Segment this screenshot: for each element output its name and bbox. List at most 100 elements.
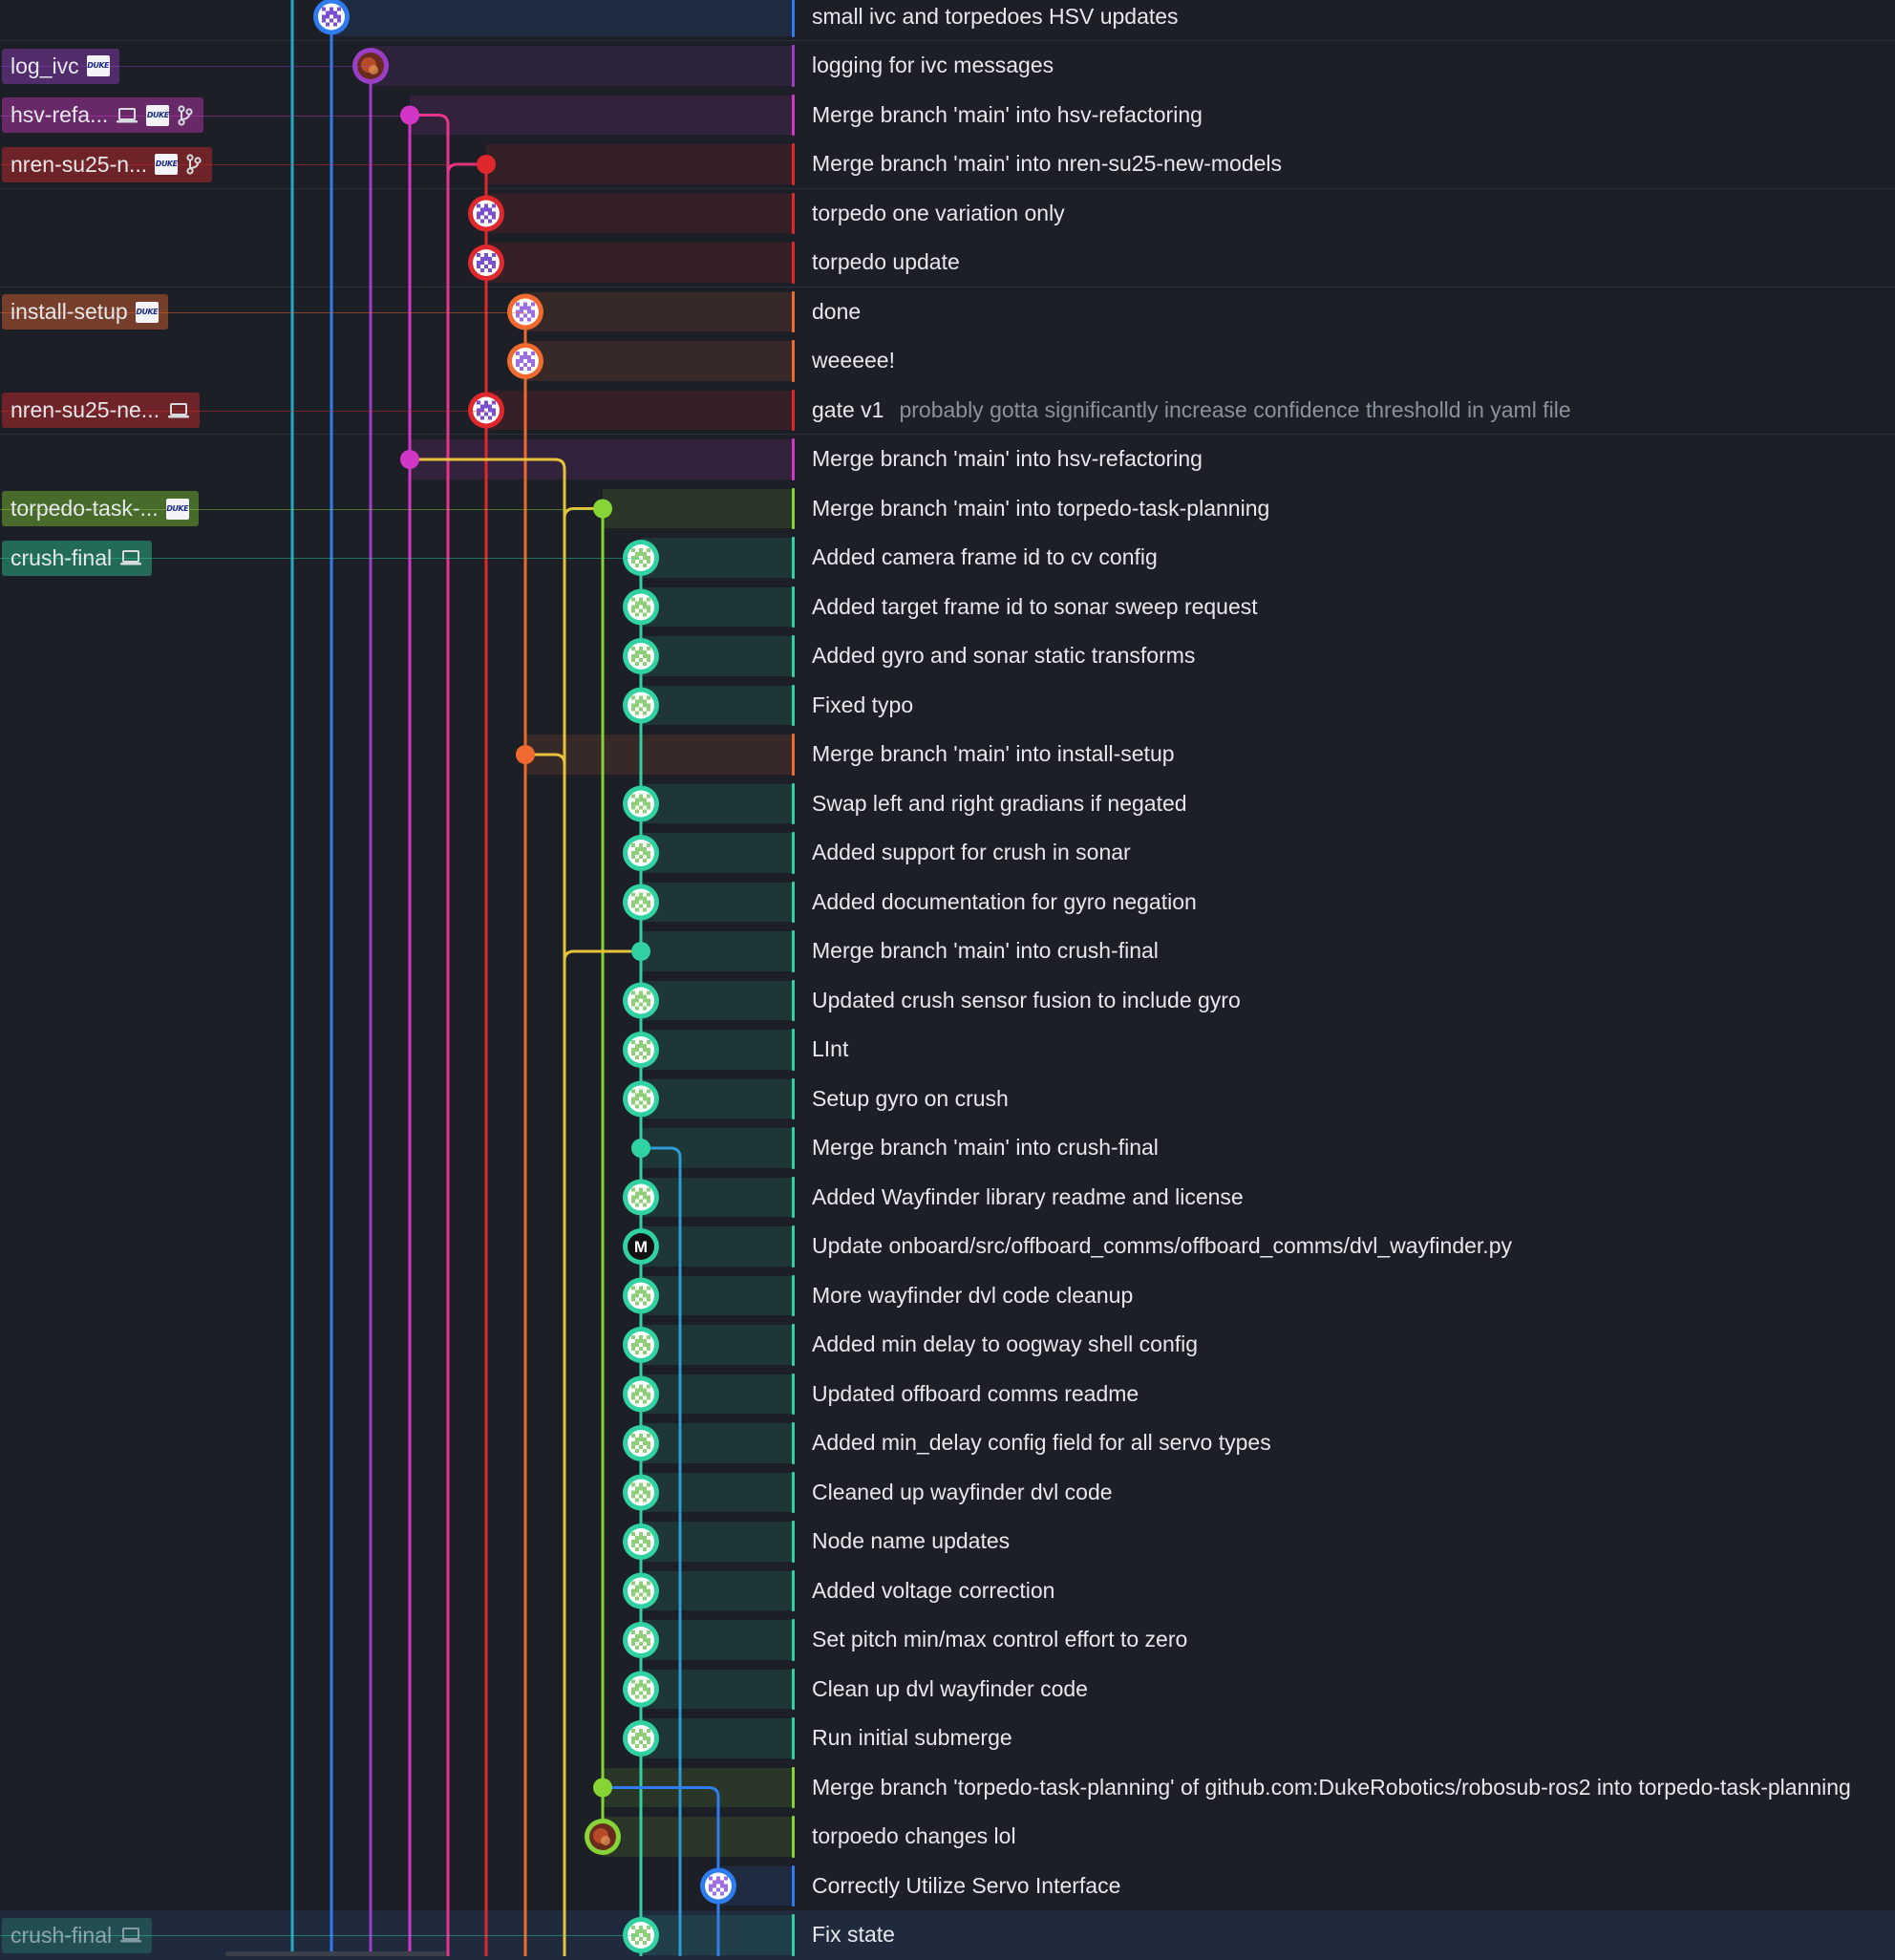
- identicon-pixel-icon: [639, 1532, 643, 1536]
- identicon-pixel-icon: [635, 1941, 639, 1945]
- branch-color-marker: [792, 782, 795, 825]
- identicon-pixel-icon: [635, 1392, 639, 1396]
- branch-label[interactable]: hsv-refa... DUKE: [2, 97, 204, 133]
- commit-row[interactable]: torpoedo changes lol: [0, 1812, 1895, 1862]
- identicon-pixel-icon: [477, 203, 480, 208]
- branch-label[interactable]: nren-su25-ne...: [2, 393, 200, 428]
- branch-label[interactable]: torpedo-task-... DUKE: [2, 491, 199, 526]
- identicon-pixel-icon: [488, 257, 492, 261]
- commit-row[interactable]: weeeee!: [0, 336, 1895, 386]
- branch-name: nren-su25-n...: [11, 151, 148, 177]
- commit-row[interactable]: Swap left and right gradians if negated: [0, 779, 1895, 829]
- identicon-pixel-icon: [635, 1733, 639, 1736]
- commit-row[interactable]: Merge branch 'main' into hsv-refactoring: [0, 435, 1895, 484]
- commit-row[interactable]: LInt: [0, 1025, 1895, 1075]
- identicon-pixel-icon: [631, 1687, 635, 1692]
- identicon-pixel-icon: [631, 1581, 635, 1586]
- identicon-pixel-icon: [639, 1347, 643, 1351]
- commit-row[interactable]: torpedo update: [0, 238, 1895, 288]
- identicon-pixel-icon: [639, 1384, 643, 1389]
- commit-row[interactable]: Added Wayfinder library readme and licen…: [0, 1173, 1895, 1223]
- commit-row[interactable]: Added documentation for gyro negation: [0, 878, 1895, 927]
- branch-icon: [185, 154, 202, 175]
- commit-row[interactable]: torpedo one variation only: [0, 189, 1895, 239]
- commit-row[interactable]: Added gyro and sonar static transforms: [0, 631, 1895, 681]
- identicon-pixel-icon: [647, 1544, 650, 1547]
- identicon-pixel-icon: [643, 847, 647, 851]
- commit-row[interactable]: Added min delay to oogway shell config: [0, 1320, 1895, 1370]
- identicon-pixel-icon: [635, 612, 639, 617]
- commit-row[interactable]: Run initial submerge: [0, 1714, 1895, 1763]
- commit-row[interactable]: Added voltage correction: [0, 1566, 1895, 1616]
- commit-row[interactable]: Added support for crush in sonar: [0, 828, 1895, 878]
- commit-row[interactable]: Merge branch 'main' into crush-final: [0, 927, 1895, 976]
- identicon-pixel-icon: [643, 1486, 647, 1491]
- identicon-pixel-icon: [635, 1343, 639, 1347]
- commit-row[interactable]: Merge branch 'torpedo-task-planning' of …: [0, 1763, 1895, 1813]
- identicon-pixel-icon: [635, 564, 639, 567]
- branch-color-marker: [792, 1324, 795, 1366]
- identicon-pixel-icon: [639, 1044, 643, 1048]
- identicon-pixel-icon: [639, 1335, 643, 1339]
- identicon-pixel-icon: [635, 1203, 639, 1207]
- commit-row[interactable]: Cleaned up wayfinder dvl code: [0, 1468, 1895, 1518]
- commit-row[interactable]: Merge branch 'main' into crush-final: [0, 1123, 1895, 1173]
- identicon-pixel-icon: [635, 654, 639, 658]
- branch-label[interactable]: nren-su25-n... DUKE: [2, 146, 213, 182]
- branch-label[interactable]: install-setup DUKE: [2, 294, 168, 330]
- commit-row[interactable]: More wayfinder dvl code cleanup: [0, 1271, 1895, 1321]
- org-avatar-icon: DUKE: [165, 498, 189, 520]
- identicon-pixel-icon: [631, 1097, 635, 1101]
- commit-summary: Merge branch 'main' into crush-final: [812, 1135, 1159, 1161]
- commit-summary: Merge branch 'main' into crush-final: [812, 938, 1159, 964]
- identicon-pixel-icon: [639, 647, 643, 650]
- identicon-pixel-icon: [639, 650, 643, 654]
- commit-summary: Updated offboard comms readme: [812, 1380, 1139, 1406]
- identicon-pixel-icon: [647, 1540, 650, 1544]
- identicon-pixel-icon: [647, 1347, 650, 1351]
- branch-color-marker: [792, 1816, 795, 1858]
- identicon-pixel-icon: [531, 309, 535, 314]
- identicon-pixel-icon: [527, 317, 531, 322]
- commit-row[interactable]: Clean up dvl wayfinder code: [0, 1665, 1895, 1715]
- identicon-pixel-icon: [330, 11, 333, 15]
- commit-message: torpedo one variation only: [812, 189, 1065, 239]
- commit-row[interactable]: Update onboard/src/offboard_comms/offboa…: [0, 1222, 1895, 1271]
- branch-label[interactable]: crush-final: [2, 540, 153, 576]
- horizontal-scrollbar[interactable]: [225, 1951, 447, 1956]
- commit-message: More wayfinder dvl code cleanup: [812, 1271, 1133, 1321]
- commit-row[interactable]: Merge branch 'main' into install-setup: [0, 730, 1895, 779]
- identicon-pixel-icon: [647, 1630, 650, 1634]
- commit-row[interactable]: Node name updates: [0, 1517, 1895, 1566]
- identicon-pixel-icon: [643, 1585, 647, 1589]
- commit-row[interactable]: Correctly Utilize Servo Interface: [0, 1862, 1895, 1911]
- identicon-pixel-icon: [631, 1630, 635, 1634]
- commit-summary: Set pitch min/max control effort to zero: [812, 1627, 1188, 1652]
- identicon-pixel-icon: [631, 1642, 635, 1646]
- commit-row[interactable]: Fixed typo: [0, 681, 1895, 731]
- commit-row[interactable]: Setup gyro on crush: [0, 1075, 1895, 1124]
- identicon-pixel-icon: [635, 1289, 639, 1294]
- commit-message: Update onboard/src/offboard_comms/offboa…: [812, 1222, 1512, 1271]
- commit-row[interactable]: small ivc and torpedoes HSV updates: [0, 0, 1895, 42]
- branch-color-marker: [792, 1521, 795, 1563]
- commit-message: weeeee!: [812, 336, 895, 386]
- commit-row[interactable]: Set pitch min/max control effort to zero: [0, 1615, 1895, 1665]
- identicon-pixel-icon: [631, 900, 635, 905]
- commit-row[interactable]: Added target frame id to sonar sweep req…: [0, 583, 1895, 632]
- laptop-icon: [119, 1927, 142, 1944]
- identicon-pixel-icon: [643, 801, 647, 806]
- commit-summary: Added support for crush in sonar: [812, 840, 1131, 865]
- identicon-pixel-icon: [643, 1634, 647, 1638]
- commit-row[interactable]: Updated offboard comms readme: [0, 1370, 1895, 1419]
- identicon-pixel-icon: [647, 904, 650, 908]
- commit-message: Run initial submerge: [812, 1714, 1012, 1763]
- branch-label[interactable]: log_ivc DUKE: [2, 48, 119, 84]
- commit-row[interactable]: Added min_delay config field for all ser…: [0, 1418, 1895, 1468]
- branch-color-marker: [792, 290, 795, 333]
- branch-color-marker: [792, 1766, 795, 1809]
- identicon-pixel-icon: [639, 658, 643, 662]
- commit-row[interactable]: Updated crush sensor fusion to include g…: [0, 976, 1895, 1026]
- identicon-pixel-icon: [631, 1335, 635, 1339]
- branch-label[interactable]: crush-final: [2, 1917, 153, 1953]
